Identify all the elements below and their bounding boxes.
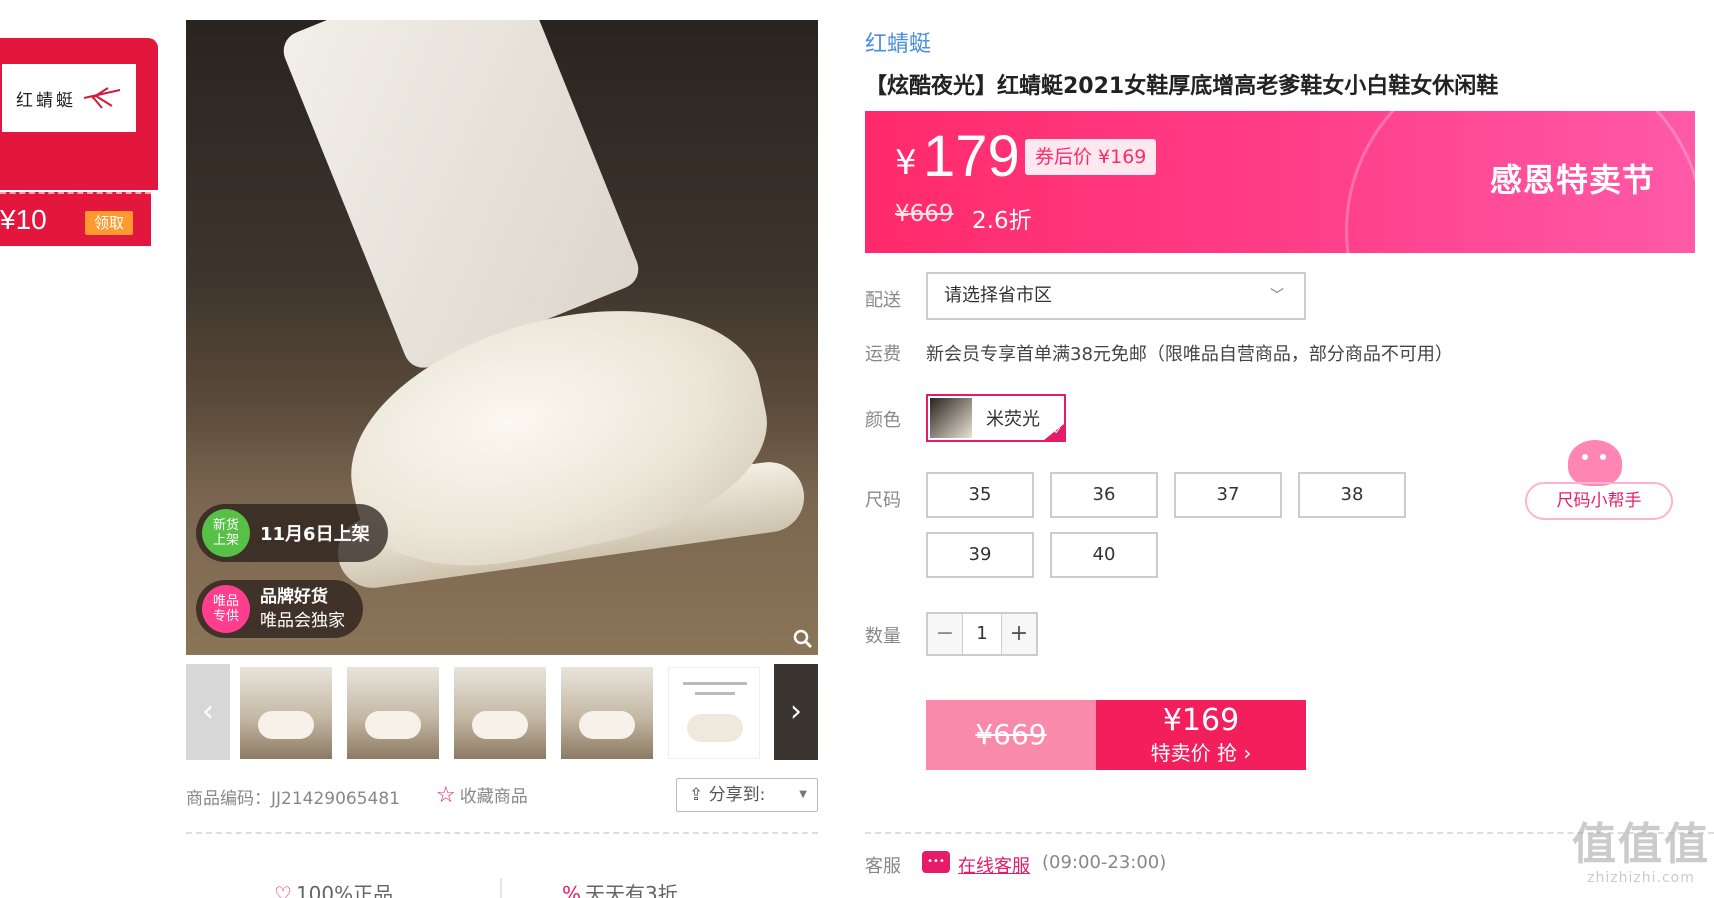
favorite-button[interactable]: ☆ 收藏商品: [436, 782, 528, 808]
exclusive-subtitle: 唯品会独家: [260, 611, 345, 631]
exclusive-text: 品牌好货 唯品会独家: [260, 585, 345, 633]
size-option-35[interactable]: 35: [926, 472, 1034, 518]
buy-now-button[interactable]: ¥169 特卖价 抢 ›: [1096, 700, 1306, 770]
dragonfly-icon: [83, 87, 121, 109]
discount-rate: 2.6折: [972, 208, 1032, 234]
size-option-36[interactable]: 36: [1050, 472, 1158, 518]
zoom-icon[interactable]: [792, 629, 814, 651]
exclusive-title: 品牌好货: [260, 587, 328, 607]
brand-logo: 红蜻蜓: [2, 64, 136, 132]
watermark-text: 值值值: [1572, 819, 1710, 870]
coupon-get-button[interactable]: 领取: [85, 211, 133, 235]
decrease-button[interactable]: −: [928, 614, 962, 654]
size-option-40[interactable]: 40: [1050, 532, 1158, 578]
buy-price: ¥169: [1162, 703, 1240, 738]
thumbnail-strip: ‹ ›: [186, 664, 818, 760]
coupon-price-tag: 券后价 ¥169: [1025, 139, 1157, 175]
color-option-selected[interactable]: 米荧光 ✓: [926, 394, 1066, 442]
star-icon: ☆: [436, 783, 456, 808]
service-hours: (09:00-23:00): [1042, 852, 1167, 873]
thumbnail-prev-button[interactable]: ‹: [186, 664, 230, 760]
store-coupon[interactable]: 红蜻蜓 ¥10 领取: [0, 38, 158, 246]
thumbnail[interactable]: [347, 667, 439, 759]
watermark-url: zhizhizhi.com: [1587, 870, 1695, 886]
product-meta: 商品编码：JJ21429065481 ☆ 收藏商品 ⇪ 分享到: ▼: [186, 778, 818, 812]
thumbnail[interactable]: [561, 667, 653, 759]
thumbnail[interactable]: [240, 667, 332, 759]
promise-authentic: ♡ 100%正品: [274, 878, 393, 898]
color-swatch: [930, 398, 972, 438]
coupon-header: 红蜻蜓: [0, 38, 158, 190]
dropdown-arrow-icon: ▼: [799, 789, 807, 800]
new-arrival-icon: 新货 上架: [202, 509, 250, 557]
watermark-logo: 值值值 zhizhizhi.com: [1572, 819, 1710, 887]
size-option-37[interactable]: 37: [1174, 472, 1282, 518]
current-price: 179: [923, 124, 1020, 189]
shipping-label: 运费: [865, 344, 901, 365]
product-code: 商品编码：JJ21429065481: [186, 789, 401, 809]
buy-action-label: 特卖价 抢 ›: [1150, 741, 1252, 765]
size-helper-button[interactable]: 尺码小帮手: [1525, 482, 1673, 520]
thumbnail[interactable]: [454, 667, 546, 759]
online-service-link[interactable]: 在线客服: [958, 852, 1030, 878]
share-label: 分享到:: [708, 785, 766, 805]
main-product-image[interactable]: 新货 上架 11月6日上架 唯品 专供 品牌好货 唯品会独家: [186, 20, 818, 655]
exclusive-icon: 唯品 专供: [202, 585, 250, 633]
brand-logo-text: 红蜻蜓: [16, 90, 76, 111]
shield-icon: ♡: [274, 882, 292, 898]
percent-icon: %: [562, 882, 582, 898]
quantity-input[interactable]: 1: [962, 614, 1002, 654]
size-option-39[interactable]: 39: [926, 532, 1034, 578]
new-arrival-date: 11月6日上架: [260, 524, 370, 545]
event-title: 感恩特卖节: [1489, 161, 1655, 199]
mascot-icon: [1568, 440, 1622, 486]
increase-button[interactable]: +: [1002, 614, 1036, 654]
share-dropdown[interactable]: ⇪ 分享到: ▼: [676, 778, 818, 812]
price-currency: ¥: [895, 143, 917, 183]
share-icon: ⇪: [689, 785, 709, 805]
chat-icon: •••: [922, 851, 950, 873]
product-title: 【炫酷夜光】红蜻蜓2021女鞋厚底增高老爹鞋女小白鞋女休闲鞋: [865, 74, 1499, 99]
new-arrival-badge: 新货 上架 11月6日上架: [196, 504, 388, 562]
shipping-info: 新会员专享首单满38元免邮（限唯品自营商品，部分商品不可用）: [926, 344, 1453, 365]
divider: [186, 832, 818, 834]
size-label: 尺码: [865, 490, 901, 511]
region-select-value: 请选择省市区: [944, 285, 1052, 306]
region-select[interactable]: 请选择省市区 ﹀: [926, 272, 1306, 320]
exclusive-badge: 唯品 专供 品牌好货 唯品会独家: [196, 580, 363, 638]
brand-link[interactable]: 红蜻蜓: [865, 26, 931, 58]
favorite-label: 收藏商品: [459, 787, 528, 807]
divider: [500, 878, 502, 898]
buy-original-price: ¥669: [926, 700, 1096, 770]
quantity-label: 数量: [865, 626, 901, 647]
thumbnail-next-button[interactable]: ›: [774, 664, 818, 760]
color-name: 米荧光: [986, 409, 1040, 430]
coupon-amount: ¥10: [0, 204, 47, 235]
delivery-label: 配送: [865, 290, 901, 311]
thumbnail[interactable]: [668, 667, 760, 759]
coupon-footer: ¥10 领取: [0, 192, 151, 246]
color-label: 颜色: [865, 410, 901, 431]
service-label: 客服: [865, 856, 901, 877]
quantity-stepper: − 1 +: [926, 612, 1038, 656]
promise-discount: % 天天有3折: [562, 878, 678, 898]
price-banner: ¥ 179 券后价 ¥169 ¥669 2.6折 感恩特卖节: [865, 111, 1695, 253]
original-price: ¥669: [895, 201, 954, 227]
size-option-38[interactable]: 38: [1298, 472, 1406, 518]
chevron-down-icon: ﹀: [1270, 288, 1284, 304]
check-icon: ✓: [1044, 424, 1064, 440]
